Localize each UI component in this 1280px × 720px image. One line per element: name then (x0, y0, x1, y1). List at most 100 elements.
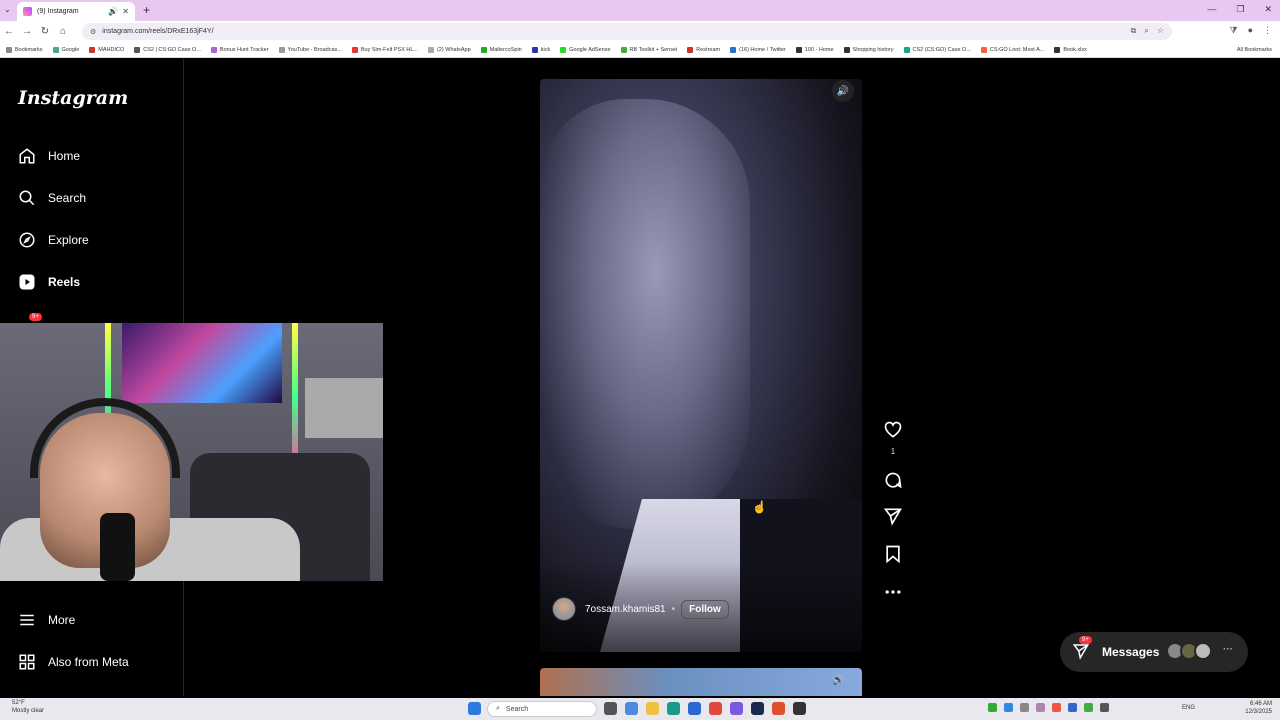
tray-icon[interactable] (1036, 703, 1045, 712)
nav-search[interactable]: Search (18, 189, 86, 207)
minimize-icon[interactable]: — (1207, 4, 1216, 15)
bookmark-item[interactable]: Book.xlsx (1054, 46, 1087, 53)
tray-icon[interactable] (1052, 703, 1061, 712)
headset-icon (30, 398, 180, 478)
led-strip-right (292, 323, 298, 473)
clock-date: 12/3/2025 (1245, 709, 1272, 715)
bookmark-item[interactable]: Buy Sim-Felt PSX HL... (351, 46, 418, 53)
next-reel-sound-icon[interactable]: 🔊 (832, 675, 844, 686)
maximize-icon[interactable]: ❐ (1236, 4, 1244, 15)
tray-icon[interactable] (1020, 703, 1029, 712)
forward-icon[interactable]: → (18, 26, 36, 37)
reel-video[interactable] (540, 79, 862, 652)
nav-reels[interactable]: Reels (18, 273, 80, 291)
instagram-logo[interactable]: Instagram (18, 87, 128, 109)
nav-home[interactable]: Home (18, 147, 80, 165)
tab-search-icon[interactable]: ⌄ (4, 5, 11, 14)
bookmark-item[interactable]: (16) Home / Twitter (730, 46, 786, 53)
task-view-icon[interactable] (604, 702, 617, 715)
store-icon[interactable] (688, 702, 701, 715)
bookmark-item[interactable]: Bookmarks (6, 46, 43, 53)
tray-icon[interactable] (1068, 703, 1077, 712)
all-bookmarks-button[interactable]: All Bookmarks (1237, 47, 1272, 53)
bookmark-item[interactable]: MAHDICO (89, 46, 124, 53)
app-icon[interactable] (772, 702, 785, 715)
bookmark-item[interactable]: YouTube - Broadcas... (278, 46, 342, 53)
browser-tab[interactable]: (9) Instagram 🔊 ✕ (17, 2, 135, 21)
save-button[interactable] (881, 544, 905, 569)
menu-icon (20, 614, 34, 626)
extensions-icon[interactable]: ⧩ (1230, 25, 1238, 36)
tray-icon[interactable] (1004, 703, 1013, 712)
like-button[interactable]: 1 (881, 420, 905, 456)
install-icon[interactable]: ⧉ (1131, 26, 1137, 36)
bookmark-item[interactable]: Google (52, 46, 79, 53)
file-explorer-icon[interactable] (646, 702, 659, 715)
taskbar-search[interactable]: ⌕ Search (487, 701, 597, 717)
clock[interactable]: 6:46 AM 12/3/2025 (1245, 700, 1272, 716)
share-button[interactable] (881, 506, 905, 531)
bookmark-item[interactable]: Bonus Hunt Tracker (210, 46, 269, 53)
bookmark-label: (16) Home / Twitter (739, 46, 786, 53)
steam-icon[interactable] (751, 702, 764, 715)
windows-start-icon[interactable] (468, 702, 481, 715)
nav-more[interactable]: More (18, 611, 75, 629)
nav-explore[interactable]: Explore (18, 231, 89, 249)
tab-audio-icon[interactable]: 🔊 (108, 7, 118, 16)
window-close-icon[interactable]: ✕ (1264, 4, 1272, 15)
follow-button[interactable]: Follow (681, 599, 729, 619)
language-indicator[interactable]: ENG (1182, 705, 1195, 711)
url-text: instagram.com/reels/DRxE163jF4Y/ (102, 28, 214, 35)
bookmark-item[interactable]: Shopping history (843, 46, 894, 53)
bookmark-item[interactable]: CS2 | CS:GO Case O... (134, 46, 201, 53)
chrome-icon[interactable] (709, 702, 722, 715)
bookmark-item[interactable]: Restream (687, 46, 721, 53)
zoom-icon[interactable]: ⌕ (1144, 26, 1148, 36)
profile-icon[interactable]: ● (1248, 25, 1253, 36)
bookmark-item[interactable]: 100 - Home (795, 46, 834, 53)
bookmark-favicon-icon (843, 46, 850, 53)
address-bar[interactable]: ⚙ instagram.com/reels/DRxE163jF4Y/ ⧉ ⌕ ☆ (82, 23, 1172, 40)
bookmark-label: YouTube - Broadcas... (287, 46, 342, 53)
obs-icon[interactable] (793, 702, 806, 715)
weather-widget[interactable]: 52°F Mostly clear (12, 699, 44, 715)
bookmark-favicon-icon (980, 46, 987, 53)
bookmark-item[interactable]: kick (531, 46, 550, 53)
tray-icon[interactable] (1100, 703, 1109, 712)
discord-icon[interactable] (730, 702, 743, 715)
bookmark-star-icon[interactable]: ☆ (1157, 26, 1164, 36)
back-icon[interactable]: ← (0, 26, 18, 37)
tray-icon[interactable] (1084, 703, 1093, 712)
edge-icon[interactable] (667, 702, 680, 715)
bookmark-label: Restream (696, 46, 721, 53)
sound-toggle-icon[interactable]: 🔊 (832, 80, 854, 102)
comment-button[interactable] (881, 470, 905, 495)
messages-more-icon: ··· (1223, 644, 1233, 655)
home-browser-icon[interactable]: ⌂ (54, 26, 72, 37)
bookmark-item[interactable]: MaltercoSpin (480, 46, 522, 53)
next-reel-preview[interactable] (540, 668, 862, 696)
search-icon (19, 190, 35, 206)
nav-also-from-meta[interactable]: Also from Meta (18, 653, 129, 671)
browser-menu-icon[interactable]: ⋮ (1263, 25, 1272, 36)
site-info-icon[interactable]: ⚙ (90, 28, 96, 36)
tab-close-icon[interactable]: ✕ (122, 7, 129, 16)
more-options-button[interactable] (881, 582, 905, 607)
copilot-icon[interactable] (625, 702, 638, 715)
author-username[interactable]: 7ossam.khamis81 (585, 604, 666, 615)
nav-reels-label: Reels (48, 275, 81, 289)
bookmark-item[interactable]: CS:GO Loot: Most A... (980, 46, 1044, 53)
tray-icon[interactable] (988, 703, 997, 712)
nav-search-label: Search (48, 191, 87, 205)
messages-button[interactable]: 9+ Messages ··· (1060, 632, 1248, 672)
bookmark-item[interactable]: RB Toolkit + Sensei (620, 46, 678, 53)
author-avatar[interactable] (552, 597, 576, 621)
bookmark-label: RB Toolkit + Sensei (629, 46, 678, 53)
new-tab-button[interactable]: + (143, 3, 150, 17)
bookmark-item[interactable]: CS2 (CS:GO) Case O... (903, 46, 971, 53)
reel-author: 7ossam.khamis81 • Follow (552, 597, 729, 621)
bookmark-favicon-icon (795, 46, 802, 53)
bookmark-item[interactable]: Google AdSense (560, 46, 611, 53)
reload-icon[interactable]: ↻ (36, 26, 54, 37)
bookmark-item[interactable]: (2) WhatsApp (428, 46, 471, 53)
